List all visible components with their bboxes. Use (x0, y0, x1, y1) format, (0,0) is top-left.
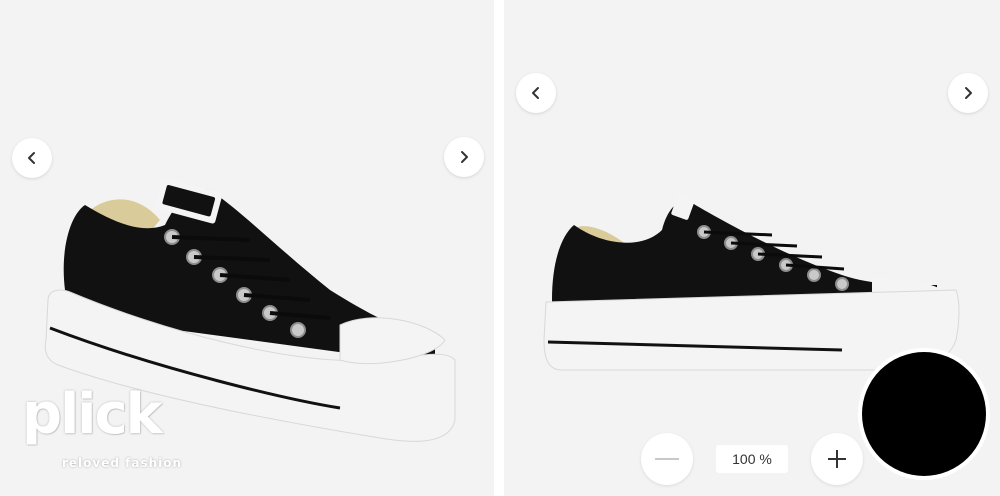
black-circle-overlay (862, 352, 986, 476)
next-image-button-zoomed[interactable] (948, 73, 988, 113)
brand-wordmark: plick (22, 382, 163, 447)
sneaker-image-side (543, 194, 960, 371)
prev-image-button[interactable] (12, 138, 52, 178)
chevron-right-icon (461, 151, 468, 163)
minus-icon (655, 458, 679, 460)
chevron-left-icon (532, 87, 539, 99)
chevron-left-icon (28, 152, 35, 164)
zoom-out-button[interactable] (641, 433, 693, 485)
prev-image-button-zoomed[interactable] (516, 73, 556, 113)
zoom-level-indicator: 100 % (716, 445, 788, 473)
chevron-right-icon (965, 87, 972, 99)
brand-tagline: reloved fashion (62, 456, 183, 470)
plus-icon (828, 450, 846, 468)
product-image-panel-left: plick reloved fashion (0, 0, 494, 496)
next-image-button[interactable] (444, 137, 484, 177)
plick-watermark-logo: plick reloved fashion (22, 382, 192, 476)
zoom-in-button[interactable] (811, 433, 863, 485)
